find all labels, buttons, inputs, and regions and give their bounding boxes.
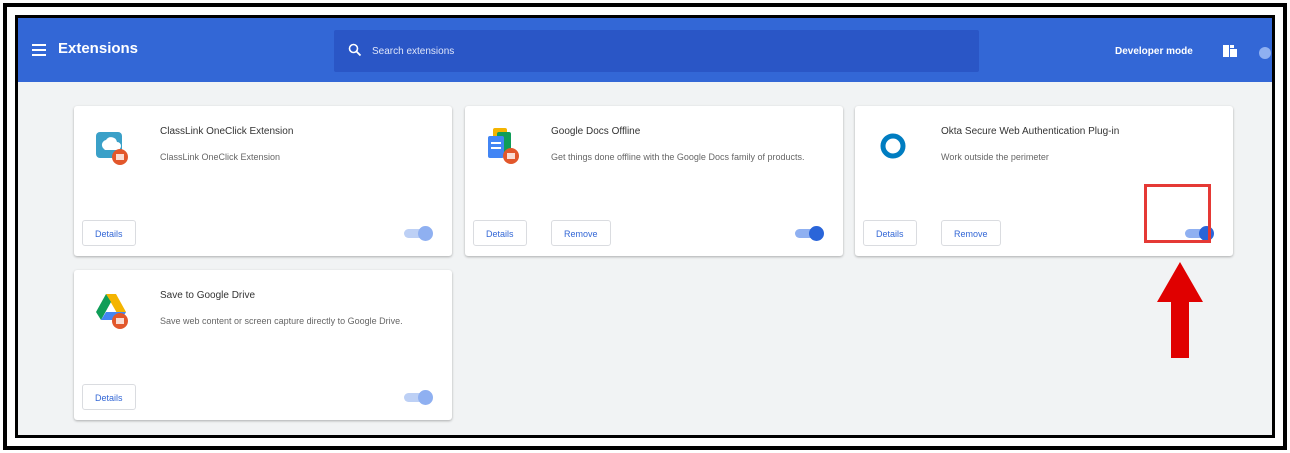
enable-toggle[interactable] <box>795 226 827 241</box>
developer-mode-icon[interactable] <box>1222 43 1238 59</box>
extension-card-save-to-google-drive: Save to Google Drive Save web content or… <box>74 270 452 420</box>
extension-description: ClassLink OneClick Extension <box>160 152 281 162</box>
extension-description: Work outside the perimeter <box>941 152 1049 162</box>
google-docs-icon <box>488 128 519 164</box>
developer-mode-toggle[interactable] <box>1259 47 1271 59</box>
classlink-icon <box>96 132 128 165</box>
screenshot-frame: Extensions Developer mode <box>3 3 1287 450</box>
search-icon <box>348 43 362 57</box>
extension-card-classlink: ClassLink OneClick Extension ClassLink O… <box>74 106 452 256</box>
details-button[interactable]: Details <box>863 220 917 246</box>
details-button[interactable]: Details <box>82 384 136 410</box>
toggle-highlight-box <box>1144 184 1211 243</box>
extensions-toolbar: Extensions Developer mode <box>18 18 1272 82</box>
extension-card-google-docs-offline: Google Docs Offline Get things done offl… <box>465 106 843 256</box>
search-input[interactable] <box>372 42 952 60</box>
details-button[interactable]: Details <box>473 220 527 246</box>
enable-toggle[interactable] <box>404 390 436 405</box>
extension-description: Get things done offline with the Google … <box>551 152 805 162</box>
search-box[interactable] <box>334 30 979 72</box>
red-arrow-icon <box>1157 262 1203 358</box>
extension-name: Google Docs Offline <box>551 126 641 137</box>
menu-icon[interactable] <box>32 44 46 56</box>
remove-button[interactable]: Remove <box>551 220 611 246</box>
extension-name: ClassLink OneClick Extension <box>160 126 294 137</box>
browser-viewport: Extensions Developer mode <box>15 15 1275 438</box>
extension-description: Save web content or screen capture direc… <box>160 316 403 326</box>
extension-name: Okta Secure Web Authentication Plug-in <box>941 126 1120 137</box>
details-button[interactable]: Details <box>82 220 136 246</box>
developer-mode-label: Developer mode <box>1115 46 1193 57</box>
okta-icon <box>880 133 906 159</box>
google-drive-icon <box>96 294 128 329</box>
enable-toggle[interactable] <box>404 226 436 241</box>
page-title: Extensions <box>58 40 139 57</box>
extension-name: Save to Google Drive <box>160 290 256 301</box>
remove-button[interactable]: Remove <box>941 220 1001 246</box>
